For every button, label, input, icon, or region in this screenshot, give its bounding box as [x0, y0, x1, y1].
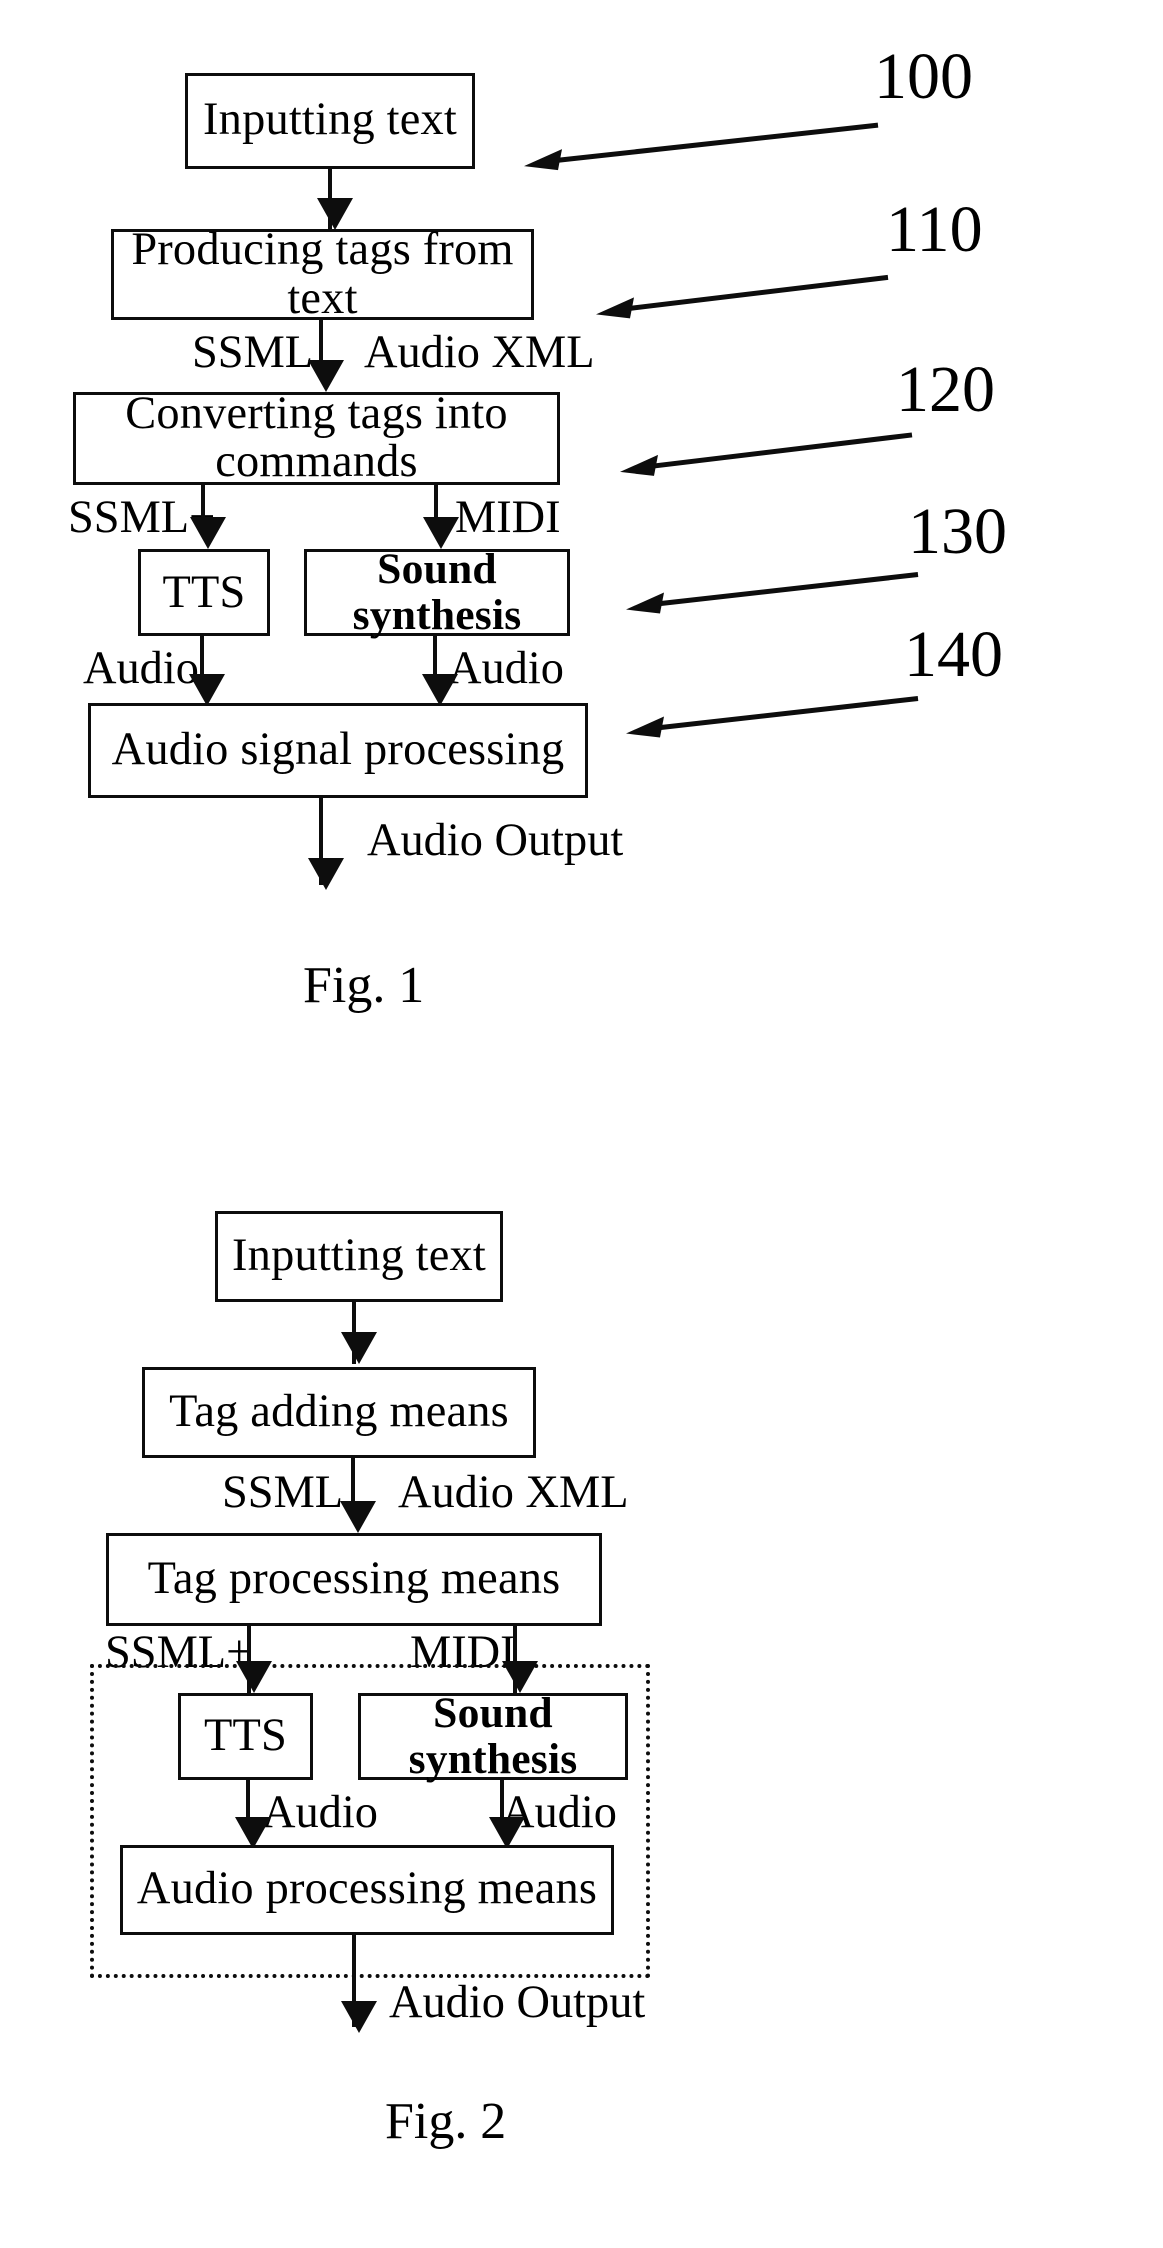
box-audio-signal-processing: Audio signal processing	[88, 702, 588, 799]
arrow-head-icon	[190, 517, 226, 550]
box-label: Inputting text	[203, 94, 457, 146]
reference-numeral-120: 120	[896, 352, 996, 426]
box-label: Audio processing means	[136, 1863, 598, 1915]
box-label: Sound synthesis	[408, 1688, 578, 1783]
edge-label-audio-xml: Audio XML	[398, 1466, 629, 1518]
edge-label-audio-output: Audio Output	[389, 1976, 646, 2028]
figure-1-caption: Fig. 1	[303, 956, 425, 1014]
box-label: Audio signal processing	[111, 723, 565, 775]
box-inputting-text: Inputting text	[185, 73, 475, 169]
reference-numeral-130: 130	[908, 494, 1008, 568]
edge-label-audio-output: Audio Output	[367, 814, 624, 866]
leader-arrow-100	[510, 101, 890, 185]
box-label: Converting tags into commands	[125, 387, 508, 488]
reference-numeral-140: 140	[904, 618, 1004, 692]
leader-arrow-140	[610, 680, 930, 753]
arrow-head-icon	[340, 1500, 376, 1533]
box-tts-2: TTS	[178, 1693, 313, 1781]
edge-label-audio-left: Audio	[262, 1786, 378, 1838]
arrow-head-icon	[308, 359, 344, 392]
reference-numeral-100: 100	[874, 39, 974, 113]
arrow-head-icon	[341, 2000, 377, 2033]
leader-arrow-130	[610, 556, 930, 629]
box-tag-adding-means: Tag adding means	[142, 1367, 536, 1459]
box-label: TTS	[203, 1710, 288, 1762]
drawing-sheet: Inputting text Producing tags from text …	[0, 0, 1163, 2248]
box-label: Producing tags from text	[131, 223, 514, 324]
arrow-head-icon	[502, 1660, 538, 1693]
reference-numeral-110: 110	[886, 192, 983, 266]
box-tag-processing-means: Tag processing means	[106, 1532, 602, 1626]
edge-label-ssml: SSML	[222, 1466, 344, 1518]
box-sound-synthesis-2: Sound synthesis	[358, 1688, 628, 1783]
edge-label-midi: MIDI	[455, 491, 561, 543]
leader-arrow-110	[580, 256, 900, 335]
box-sound-synthesis: Sound synthesis	[304, 545, 570, 639]
box-converting-tags: Converting tags into commands	[73, 387, 560, 488]
edge-label-audio-xml: Audio XML	[364, 327, 595, 379]
arrow-head-icon	[341, 1331, 377, 1364]
box-tts: TTS	[138, 549, 270, 637]
box-label: Inputting text	[232, 1230, 486, 1282]
edge-label-audio-right: Audio	[448, 643, 564, 695]
box-producing-tags: Producing tags from text	[111, 223, 534, 324]
edge-label-audio-left: Audio	[83, 643, 199, 695]
edge-label-ssml: SSML	[192, 327, 314, 379]
box-label: TTS	[162, 566, 246, 618]
figure-2-caption: Fig. 2	[385, 2093, 507, 2151]
box-audio-processing-means: Audio processing means	[120, 1844, 614, 1935]
box-label: Tag adding means	[169, 1386, 509, 1438]
box-label: Tag processing means	[147, 1552, 561, 1604]
box-label: Sound synthesis	[352, 545, 522, 639]
arrow-head-icon	[308, 858, 344, 891]
box-inputting-text-2: Inputting text	[215, 1211, 503, 1303]
arrow-head-icon	[236, 1660, 272, 1693]
leader-arrow-120	[604, 416, 924, 492]
